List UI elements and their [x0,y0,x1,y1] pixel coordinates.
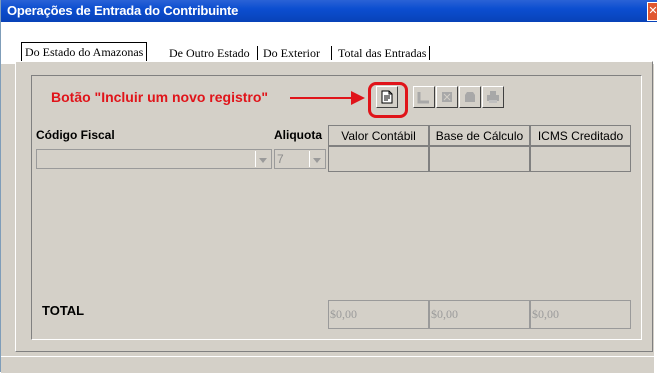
annotation-arrow-head [351,91,365,105]
delete-button[interactable] [436,86,458,108]
close-button[interactable]: ✕ [647,2,657,21]
aliquota-select[interactable]: 7 [274,149,326,169]
save-button[interactable] [413,86,435,108]
print-button[interactable] [482,86,504,108]
tab-total-das-entradas[interactable]: Total das Entradas [338,44,426,62]
cancel-icon [463,90,477,104]
title-bar[interactable]: Operações de Entrada do Contribuinte ✕ [1,0,657,22]
window-title: Operações de Entrada do Contribuinte [7,3,239,18]
print-icon [486,90,500,104]
aliquota-value: 7 [277,152,284,166]
status-strip [1,356,654,373]
tab-do-exterior[interactable]: Do Exterior [263,44,320,62]
tab-do-estado-do-amazonas[interactable]: Do Estado do Amazonas [21,42,148,63]
delete-icon [440,90,454,104]
codigo-fiscal-dropdown[interactable] [255,151,270,167]
header-icms-creditado: ICMS Creditado [530,125,631,146]
total-label: TOTAL [42,303,85,318]
valor-contabil-cell[interactable] [328,146,429,172]
tab-separator [429,46,430,60]
chevron-down-icon [259,150,267,168]
total-valor-contabil: $0,00 [328,300,429,329]
main-window: Operações de Entrada do Contribuinte ✕ D… [0,0,657,373]
chevron-down-icon [313,150,321,168]
header-valor-contabil: Valor Contábil [328,125,429,146]
tab-separator [331,46,332,60]
annotation-arrow [290,97,356,99]
tab-de-outro-estado[interactable]: De Outro Estado [169,44,250,62]
annotation-label: Botão "Incluir um novo registro" [51,89,269,105]
save-icon [417,90,431,104]
header-base-de-calculo: Base de Cálculo [429,125,530,146]
total-base-de-calculo: $0,00 [429,300,530,329]
codigo-fiscal-select[interactable] [36,149,272,169]
base-de-calculo-cell[interactable] [429,146,530,172]
tab-separator [257,46,258,60]
header-codigo-fiscal: Código Fiscal [36,128,115,142]
new-record-highlight [368,82,408,118]
aliquota-dropdown[interactable] [309,151,324,167]
cancel-button[interactable] [459,86,481,108]
total-icms-creditado: $0,00 [530,300,631,329]
header-aliquota: Aliquota [274,128,322,142]
icms-creditado-cell[interactable] [530,146,631,172]
